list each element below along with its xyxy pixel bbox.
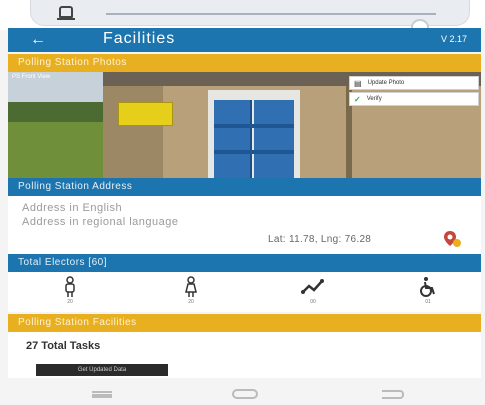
address-english: Address in English: [22, 202, 123, 214]
back-icon[interactable]: [382, 390, 404, 399]
get-updated-data-button[interactable]: Get Updated Data: [36, 364, 168, 376]
system-nav-bar: [0, 382, 485, 405]
elector-third-gender: 00: [293, 276, 333, 305]
third-gender-icon: [301, 279, 324, 294]
elector-male: 20: [50, 276, 90, 305]
photo-door-right: [254, 100, 294, 178]
brightness-panel: [30, 0, 470, 35]
check-icon: ✓: [354, 94, 361, 104]
elector-female: 20: [171, 276, 211, 305]
photos-section-header: Polling Station Photos: [8, 54, 481, 72]
electors-row: 20 20 00 01: [8, 272, 481, 312]
arrow-left-icon[interactable]: ←: [30, 31, 46, 49]
lat-lng: Lat: 11.78, Lng: 76.28: [268, 234, 372, 245]
app-version: V 2.17: [440, 34, 467, 44]
female-icon: [185, 276, 197, 297]
address-regional: Address in regional language: [22, 216, 179, 228]
total-tasks: 27 Total Tasks: [26, 340, 101, 352]
elector-count: 00: [310, 299, 316, 305]
photo-caption: PS Front View: [12, 74, 51, 80]
camera-icon: ▤: [354, 78, 362, 88]
photo-poster: [118, 102, 173, 126]
facilities-block: 27 Total Tasks Get Updated Data: [8, 332, 481, 378]
photo-door-left: [214, 100, 252, 178]
app-bar: ← Facilities V 2.17: [8, 28, 481, 52]
photo-wall-shade: [103, 86, 163, 178]
map-pin-icon[interactable]: [443, 230, 461, 248]
electors-section-header: Total Electors [60]: [8, 254, 481, 272]
photo-trees: [8, 102, 108, 124]
update-photo-button[interactable]: ▤ Update Photo: [349, 76, 479, 90]
photo-actions: ▤ Update Photo ✓ Verify: [349, 76, 479, 106]
status-bar: [0, 0, 485, 35]
wheelchair-icon: [420, 277, 435, 297]
home-icon[interactable]: [232, 389, 258, 399]
elector-count: 01: [425, 299, 431, 305]
photo-door-stripe: [214, 150, 294, 154]
verify-button[interactable]: ✓ Verify: [349, 92, 479, 106]
photo-field: [8, 122, 108, 178]
facilities-section-header: Polling Station Facilities: [8, 314, 481, 332]
address-section-header: Polling Station Address: [8, 178, 481, 196]
phone-screen: ← Facilities V 2.17 Polling Station Phot…: [0, 0, 485, 405]
elector-count: 20: [67, 299, 73, 305]
menu-icon[interactable]: [92, 391, 112, 398]
verify-label: Verify: [366, 96, 382, 102]
page-title: Facilities: [103, 30, 176, 47]
elector-disabled: 01: [408, 276, 448, 305]
brightness-slider[interactable]: [106, 13, 436, 35]
brightness-icon: [57, 6, 75, 20]
photo-door-stripe: [214, 124, 294, 128]
elector-count: 20: [188, 299, 194, 305]
photo-pager: [236, 170, 256, 178]
update-photo-label: Update Photo: [367, 80, 405, 86]
male-icon: [65, 276, 75, 297]
address-block: Address in English Address in regional l…: [8, 196, 481, 254]
